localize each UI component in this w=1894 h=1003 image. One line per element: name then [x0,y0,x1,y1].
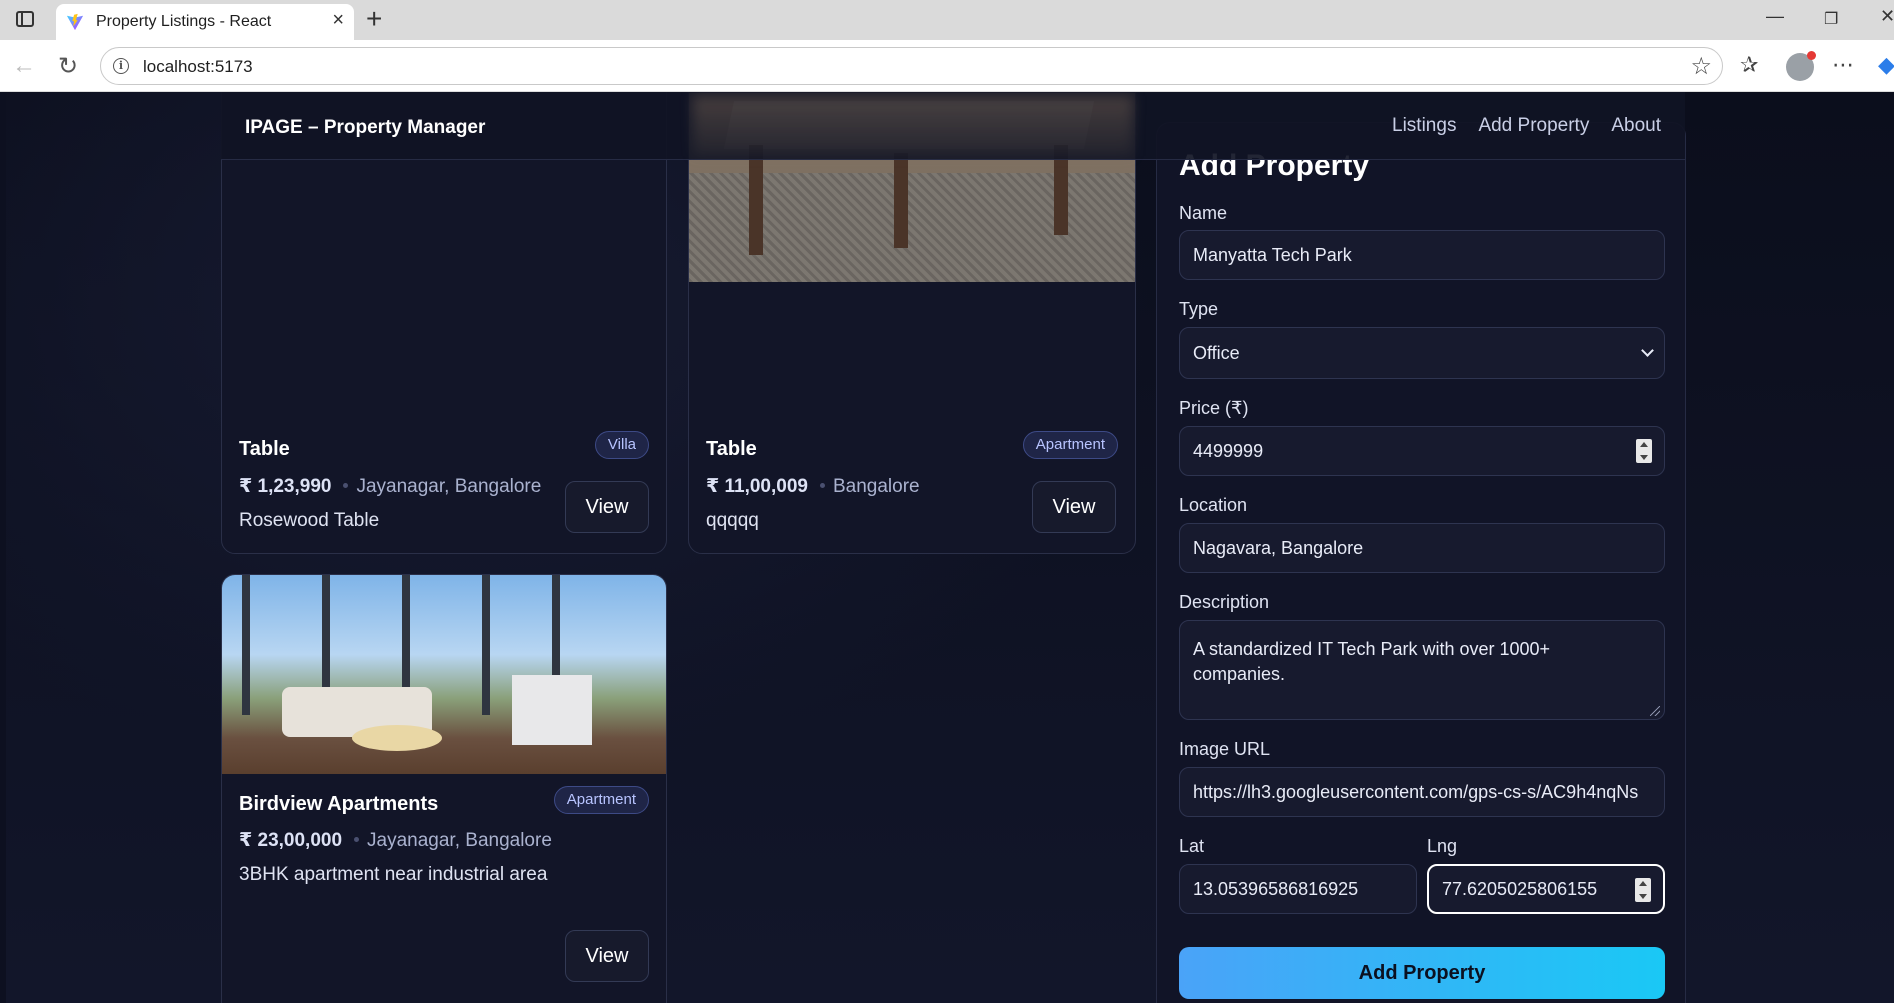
price-label: Price (₹) [1179,398,1249,418]
listing-description: Rosewood Table [239,510,380,531]
listing-title: Table [239,438,290,460]
add-property-form: Add Property Name Manyatta Tech Park Typ… [1156,122,1686,1003]
listing-price: ₹ 23,00,000 [239,830,343,851]
address-bar[interactable]: i localhost:5173 ☆ [100,47,1723,85]
location-input[interactable]: Nagavara, Bangalore [1179,523,1665,573]
favorites-icon[interactable]: ✰ [1740,52,1758,78]
listing-location: Jayanagar, Bangalore [356,476,542,497]
kitchen-shape [512,675,592,745]
lng-label: Lng [1427,836,1458,856]
description-value: A standardized IT Tech Park with over 10… [1193,639,1551,684]
listing-description: 3BHK apartment near industrial area [239,864,548,885]
listing-location: Jayanagar, Bangalore [367,830,552,851]
listing-type-badge: Apartment [1022,431,1118,459]
listing-price: ₹ 11,00,009 [706,476,808,497]
separator-dot [819,483,825,488]
nav-links: Listings Add Property About [1392,115,1661,137]
copilot-icon[interactable]: ◆ [1878,52,1894,78]
listing-card: Birdview Apartments Apartment ₹ 23,00,00… [221,574,667,1003]
name-label: Name [1179,203,1228,223]
lat-value: 13.05396586816925 [1193,879,1359,899]
browser-toolbar: ← ↻ i localhost:5173 ☆ ✰ ⋯ ◆ [0,40,1894,92]
window-frame [482,575,490,715]
vite-favicon-icon [66,13,84,31]
image-url-value: https://lh3.googleusercontent.com/gps-cs… [1193,782,1639,802]
number-spinner-icon[interactable] [1635,878,1651,902]
bookmark-star-icon[interactable]: ☆ [1690,52,1712,81]
minimize-icon[interactable]: — [1766,6,1784,27]
tab-actions-icon[interactable] [16,11,34,27]
listing-meta: ₹ 23,00,000 Jayanagar, Bangalore [239,829,552,852]
lat-label: Lat [1179,836,1205,856]
page-viewport: Table Villa ₹ 1,23,990 Jayanagar, Bangalo… [6,92,1894,1003]
browser-tab[interactable]: Property Listings - React × [56,4,354,40]
listing-meta: ₹ 11,00,009 Bangalore [706,475,920,498]
close-window-icon[interactable]: ✕ [1880,6,1894,27]
coffee-table-shape [352,725,442,751]
tab-close-icon[interactable]: × [332,9,344,32]
lng-value: 77.6205025806155 [1442,879,1598,899]
number-spinner-icon[interactable] [1636,439,1652,463]
add-property-button[interactable]: Add Property [1179,947,1665,999]
new-tab-icon[interactable]: + [366,3,382,35]
view-button[interactable]: View [565,930,649,982]
listing-title: Table [706,438,757,460]
table-leg [894,153,908,248]
tab-title: Property Listings - React [96,13,272,30]
site-info-icon[interactable]: i [113,58,129,74]
location-value: Nagavara, Bangalore [1193,538,1364,558]
listing-type-badge: Villa [594,431,649,459]
restore-icon[interactable]: ❐ [1824,9,1838,29]
nav-link-add-property[interactable]: Add Property [1478,115,1589,137]
location-label: Location [1179,495,1248,515]
back-icon[interactable]: ← [12,52,36,80]
price-value: 4499999 [1193,441,1264,461]
price-input[interactable]: 4499999 [1179,426,1665,476]
browser-tabbar: Property Listings - React × + — ❐ ✕ [0,0,1894,40]
top-navbar: IPAGE – Property Manager Listings Add Pr… [221,92,1685,160]
listing-title: Birdview Apartments [239,793,439,815]
resize-handle-icon[interactable] [1650,706,1660,716]
separator-dot [354,837,360,842]
listing-image[interactable] [222,575,666,774]
description-label: Description [1179,592,1270,612]
type-select[interactable]: Office [1179,327,1665,379]
lat-input[interactable]: 13.05396586816925 [1179,864,1417,914]
image-url-input[interactable]: https://lh3.googleusercontent.com/gps-cs… [1179,767,1665,817]
view-button[interactable]: View [1032,481,1116,533]
listing-meta: ₹ 1,23,990 Jayanagar, Bangalore [239,475,541,498]
name-input[interactable]: Manyatta Tech Park [1179,230,1665,280]
type-label: Type [1179,299,1219,319]
listing-location: Bangalore [832,476,920,497]
type-value: Office [1193,343,1240,363]
more-menu-icon[interactable]: ⋯ [1832,52,1854,78]
description-textarea[interactable]: A standardized IT Tech Park with over 10… [1179,620,1665,720]
window-frame [242,575,250,715]
brand-logo-text[interactable]: IPAGE – Property Manager [245,117,485,139]
image-url-label: Image URL [1179,739,1271,759]
lng-input[interactable]: 77.6205025806155 [1427,864,1665,914]
listing-type-badge: Apartment [553,786,649,814]
reload-icon[interactable]: ↻ [58,52,78,81]
listing-description: qqqqq [706,510,759,531]
name-value: Manyatta Tech Park [1193,245,1352,265]
url-text: localhost:5173 [143,57,253,76]
nav-link-listings[interactable]: Listings [1392,115,1456,137]
profile-avatar-icon[interactable] [1786,51,1816,81]
nav-link-about[interactable]: About [1611,115,1661,137]
table-leg [749,145,763,255]
listing-price: ₹ 1,23,990 [239,476,332,497]
navbar-backdrop-blur [693,96,1133,156]
view-button[interactable]: View [565,481,649,533]
chevron-down-icon [1641,344,1654,357]
separator-dot [343,483,349,488]
